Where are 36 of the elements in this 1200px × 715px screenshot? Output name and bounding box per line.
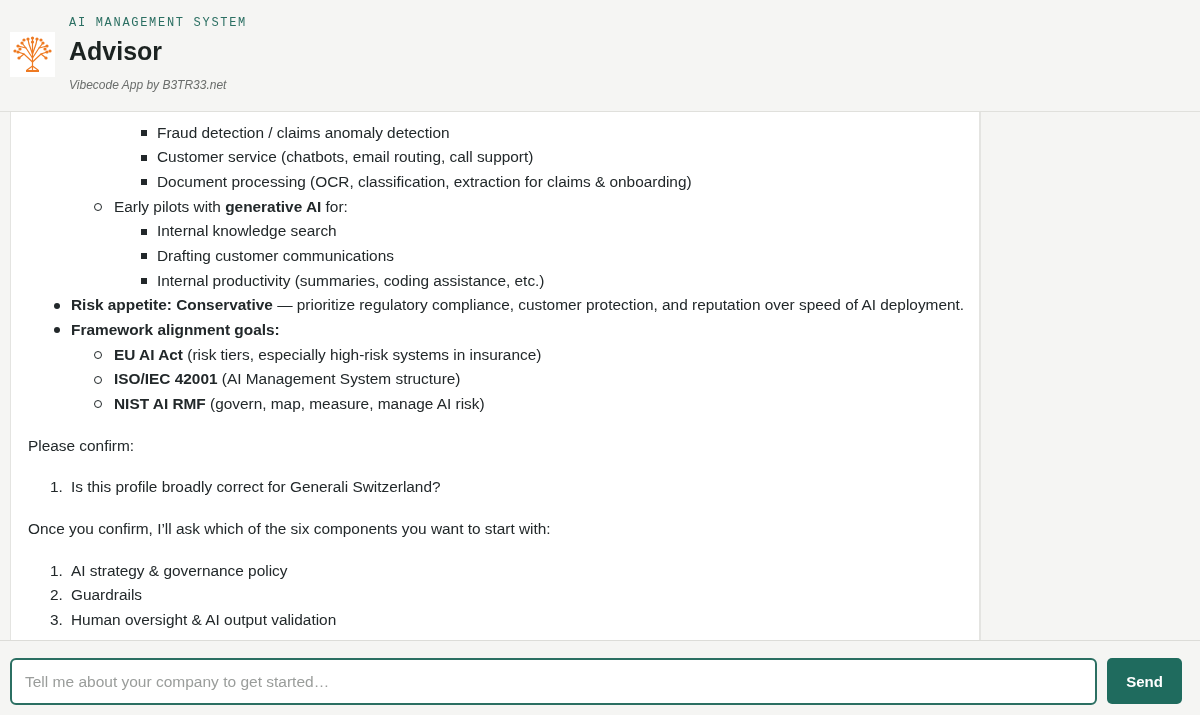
list-item-text: Internal knowledge search xyxy=(157,221,337,242)
app-title: Advisor xyxy=(69,36,163,66)
list-item-text: Early pilots with generative AI for: xyxy=(114,196,348,217)
list-item-text: Risk appetite: Conservative — prioritize regulatory compliance, customer protection, and reputation over speed of AI deployment. xyxy=(71,295,965,316)
app-byline: Vibecode App by B3TR33.net xyxy=(69,77,227,93)
bullet-square-icon xyxy=(141,130,147,136)
bullet-square-icon xyxy=(141,228,147,235)
list-number: 1. xyxy=(49,560,64,581)
bullet-square-icon xyxy=(141,179,147,186)
list-number: 3. xyxy=(49,609,64,630)
list-item-text: Customer service (chatbots, email routing, call support) xyxy=(157,147,534,168)
list-number: 1. xyxy=(49,477,64,498)
list-item-text: NIST AI RMF (govern, map, measure, manage AI risk) xyxy=(114,393,485,414)
list-item-text: Framework alignment goals: xyxy=(71,319,280,340)
message-input[interactable]: Tell me about your company to get started… xyxy=(10,658,1097,705)
tree-logo-icon xyxy=(10,32,55,77)
list-item-text: Is this profile broadly correct for Generali Switzerland? xyxy=(71,477,441,498)
list-item-text: Guardrails xyxy=(71,585,142,606)
list-item-text: Human oversight & AI output validation xyxy=(71,609,337,630)
bullet-square-icon xyxy=(141,154,147,161)
list-item-text: Drafting customer communications xyxy=(157,245,394,266)
bullet-square-icon xyxy=(141,253,147,260)
bullet-square-icon xyxy=(141,277,147,284)
list-number: 2. xyxy=(49,585,64,606)
bullet-dot-icon xyxy=(54,327,60,334)
message-paragraph: Once you confirm, I’ll ask which of the six components you want to start with: xyxy=(28,518,552,539)
app-category-label: AI MANAGEMENT SYSTEM xyxy=(69,16,248,30)
list-item-text: Document processing (OCR, classification, extraction for claims & onboarding) xyxy=(157,172,692,192)
bullet-dot-icon xyxy=(54,302,60,309)
list-item-text: ISO/IEC 42001 (AI Management System structure) xyxy=(114,369,461,390)
message-paragraph: Please confirm: xyxy=(28,435,136,456)
send-button[interactable]: Send xyxy=(1107,658,1182,704)
list-item-text: AI strategy & governance policy xyxy=(71,560,288,581)
list-item-text: Internal productivity (summaries, coding assistance, etc.) xyxy=(157,270,545,291)
list-item-text: EU AI Act (risk tiers, especially high-risk systems in insurance) xyxy=(114,344,542,365)
list-item-text: Fraud detection / claims anomaly detection xyxy=(157,122,450,143)
